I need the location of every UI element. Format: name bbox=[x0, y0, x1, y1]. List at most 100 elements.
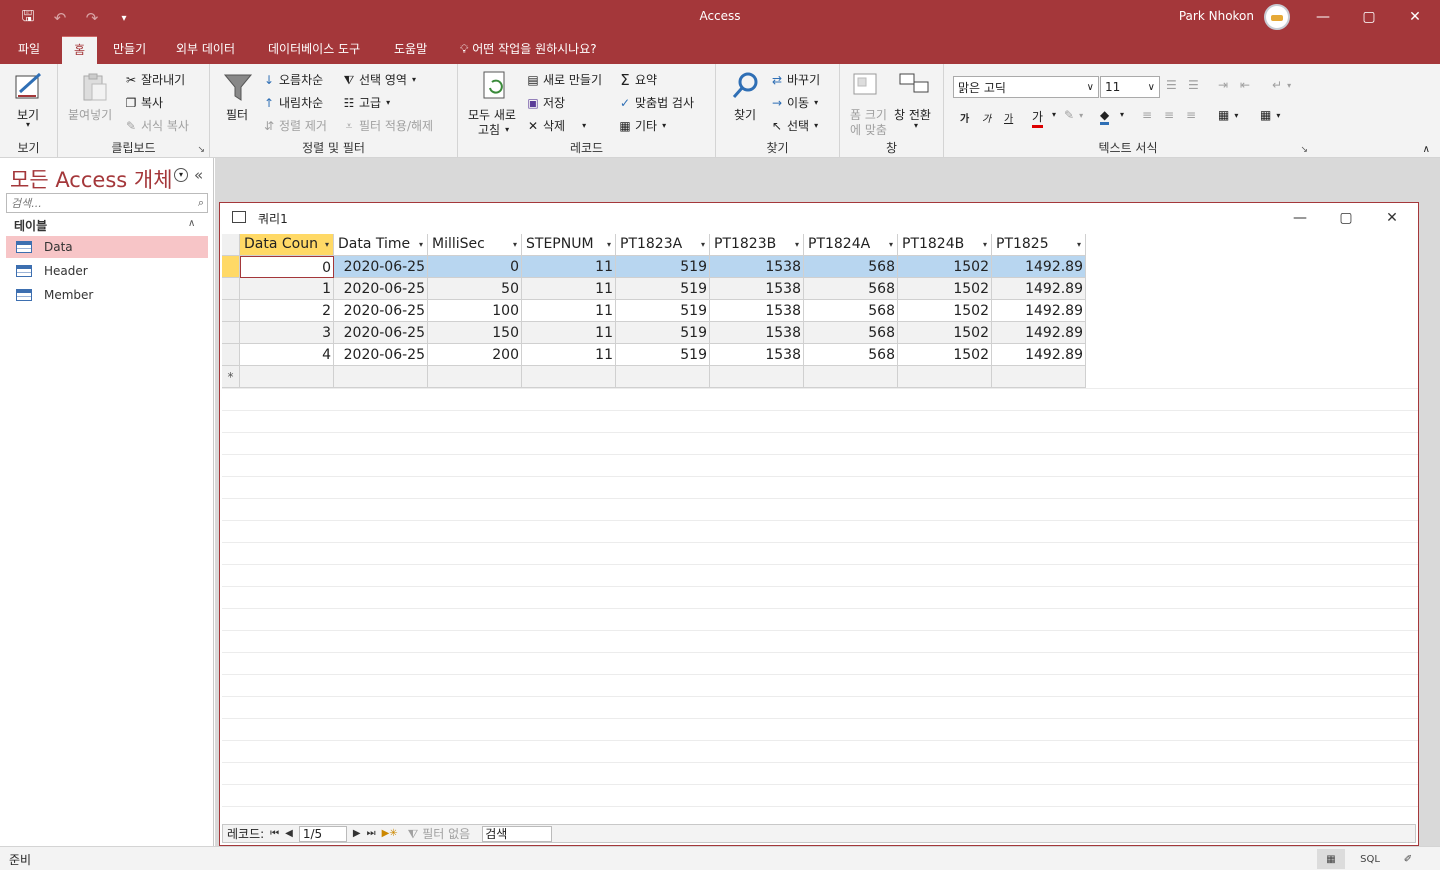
nav-search-input[interactable] bbox=[7, 194, 187, 212]
table-cell[interactable]: 11 bbox=[522, 300, 616, 322]
new-record-cell[interactable] bbox=[710, 366, 804, 388]
nav-item-member[interactable]: Member bbox=[6, 284, 208, 306]
table-cell[interactable]: 1492.89 bbox=[992, 344, 1086, 366]
table-cell[interactable]: 1492.89 bbox=[992, 256, 1086, 278]
remove-sort-button[interactable]: ⇵ 정렬 제거 bbox=[262, 117, 327, 134]
table-cell[interactable]: 1538 bbox=[710, 278, 804, 300]
nav-menu-icon[interactable]: ▾ bbox=[174, 168, 188, 182]
user-name[interactable]: Park Nhokon bbox=[1179, 9, 1254, 23]
query-maximize-icon[interactable]: ▢ bbox=[1326, 207, 1366, 229]
new-record-cell[interactable] bbox=[616, 366, 710, 388]
table-cell[interactable]: 1 bbox=[240, 278, 334, 300]
select-button[interactable]: ↖ 선택 ▾ bbox=[770, 117, 818, 134]
table-cell[interactable]: 1538 bbox=[710, 300, 804, 322]
tab-external-data[interactable]: 외부 데이터 bbox=[164, 36, 247, 64]
nav-pane-title[interactable]: 모든 Access 개체 bbox=[10, 164, 173, 194]
new-record-cell[interactable] bbox=[240, 366, 334, 388]
query-close-icon[interactable]: ✕ bbox=[1372, 207, 1412, 229]
switch-windows-button[interactable]: 창 전환 bbox=[894, 106, 931, 123]
highlight-icon[interactable]: ✎ ▾ bbox=[1064, 108, 1083, 122]
table-cell[interactable]: 1538 bbox=[710, 322, 804, 344]
refresh-all-button-line2[interactable]: 고침 ▾ bbox=[478, 121, 509, 138]
last-record-icon[interactable]: ⏭ bbox=[367, 828, 376, 839]
table-cell[interactable]: 2020-06-25 bbox=[334, 278, 428, 300]
tab-file[interactable]: 파일 bbox=[6, 36, 52, 64]
totals-button[interactable]: Σ 요약 bbox=[618, 71, 657, 88]
record-selector[interactable] bbox=[222, 322, 240, 344]
new-record-cell[interactable] bbox=[992, 366, 1086, 388]
font-color-dropdown-icon[interactable]: ▾ bbox=[1052, 110, 1056, 119]
select-all-corner[interactable] bbox=[222, 234, 240, 256]
column-dropdown-icon[interactable]: ▾ bbox=[419, 234, 423, 255]
sort-ascending-button[interactable]: ↓ 오름차순 bbox=[262, 71, 323, 88]
column-header[interactable]: MilliSec ▾ bbox=[428, 234, 522, 256]
nav-section-tables[interactable]: 테이블 bbox=[14, 217, 47, 234]
table-cell[interactable]: 519 bbox=[616, 300, 710, 322]
table-cell[interactable]: 1492.89 bbox=[992, 322, 1086, 344]
new-record-cell[interactable] bbox=[804, 366, 898, 388]
previous-record-icon[interactable]: ◀ bbox=[285, 828, 293, 839]
column-dropdown-icon[interactable]: ▾ bbox=[983, 234, 987, 255]
new-record-cell[interactable] bbox=[898, 366, 992, 388]
align-right-icon[interactable]: ≡ bbox=[1186, 108, 1196, 122]
column-header[interactable]: PT1825 ▾ bbox=[992, 234, 1086, 256]
table-cell[interactable]: 0 bbox=[240, 256, 334, 278]
align-left-icon[interactable]: ≡ bbox=[1142, 108, 1152, 122]
table-cell[interactable]: 568 bbox=[804, 322, 898, 344]
column-dropdown-icon[interactable]: ▾ bbox=[1077, 234, 1081, 255]
align-center-icon[interactable]: ≡ bbox=[1164, 108, 1174, 122]
column-header[interactable]: Data Time ▾ bbox=[334, 234, 428, 256]
column-header[interactable]: STEPNUM ▾ bbox=[522, 234, 616, 256]
text-format-launcher-icon[interactable]: ↘ bbox=[1300, 145, 1308, 155]
search-icon[interactable]: ⌕ bbox=[198, 196, 204, 210]
table-cell[interactable]: 1502 bbox=[898, 322, 992, 344]
column-dropdown-icon[interactable]: ▾ bbox=[795, 234, 799, 255]
table-cell[interactable]: 519 bbox=[616, 322, 710, 344]
goto-button[interactable]: → 이동 ▾ bbox=[770, 94, 818, 111]
alt-row-color-icon[interactable]: ▦ ▾ bbox=[1218, 108, 1238, 122]
design-view-icon[interactable]: ✐ bbox=[1394, 849, 1422, 869]
font-name-select[interactable]: 맑은 고딕 ∨ bbox=[953, 76, 1099, 98]
fill-color-dropdown-icon[interactable]: ▾ bbox=[1120, 110, 1124, 119]
selection-button[interactable]: ⧨ 선택 영역 ▾ bbox=[342, 71, 416, 88]
table-cell[interactable]: 3 bbox=[240, 322, 334, 344]
column-header[interactable]: Data Coun ▾ bbox=[240, 234, 334, 256]
next-record-icon[interactable]: ▶ bbox=[353, 828, 361, 839]
toggle-filter-button[interactable]: ⩡ 필터 적용/해제 bbox=[342, 117, 434, 134]
copy-button[interactable]: ❐ 복사 bbox=[124, 94, 163, 111]
tab-database-tools[interactable]: 데이터베이스 도구 bbox=[256, 36, 372, 64]
first-record-icon[interactable]: ⏮ bbox=[270, 828, 279, 839]
table-cell[interactable]: 11 bbox=[522, 322, 616, 344]
tab-create[interactable]: 만들기 bbox=[101, 36, 158, 64]
table-cell[interactable]: 200 bbox=[428, 344, 522, 366]
switch-windows-dropdown-icon[interactable]: ▾ bbox=[914, 121, 918, 130]
redo-icon[interactable]: ↷ bbox=[78, 6, 106, 30]
sql-view-icon[interactable]: SQL bbox=[1356, 849, 1384, 869]
column-dropdown-icon[interactable]: ▾ bbox=[889, 234, 893, 255]
filter-button[interactable]: 필터 bbox=[226, 106, 248, 123]
table-cell[interactable]: 0 bbox=[428, 256, 522, 278]
table-cell[interactable]: 519 bbox=[616, 256, 710, 278]
section-collapse-icon[interactable]: ∧ bbox=[188, 218, 195, 229]
view-dropdown-icon[interactable]: ▾ bbox=[26, 120, 30, 129]
table-cell[interactable]: 1502 bbox=[898, 300, 992, 322]
collapse-ribbon-icon[interactable]: ∧ bbox=[1423, 144, 1430, 155]
numbering-icon[interactable]: ☰ bbox=[1188, 78, 1199, 92]
table-cell[interactable]: 50 bbox=[428, 278, 522, 300]
increase-indent-icon[interactable]: ⇥ bbox=[1218, 78, 1228, 92]
table-cell[interactable]: 1538 bbox=[710, 256, 804, 278]
table-cell[interactable]: 1492.89 bbox=[992, 278, 1086, 300]
table-cell[interactable]: 2020-06-25 bbox=[334, 344, 428, 366]
table-cell[interactable]: 1502 bbox=[898, 344, 992, 366]
table-cell[interactable]: 11 bbox=[522, 344, 616, 366]
decrease-indent-icon[interactable]: ⇤ bbox=[1240, 78, 1250, 92]
table-cell[interactable]: 100 bbox=[428, 300, 522, 322]
spelling-button[interactable]: ✓ 맞춤법 검사 bbox=[618, 94, 694, 111]
column-dropdown-icon[interactable]: ▾ bbox=[701, 234, 705, 255]
bold-button[interactable]: 가 bbox=[960, 110, 969, 125]
undo-icon[interactable]: ↶ bbox=[46, 6, 74, 30]
current-record-input[interactable]: 1/5 bbox=[298, 825, 347, 842]
column-header[interactable]: PT1823B ▾ bbox=[710, 234, 804, 256]
table-cell[interactable]: 2020-06-25 bbox=[334, 300, 428, 322]
datasheet-view-icon[interactable]: ▦ bbox=[1317, 849, 1345, 869]
